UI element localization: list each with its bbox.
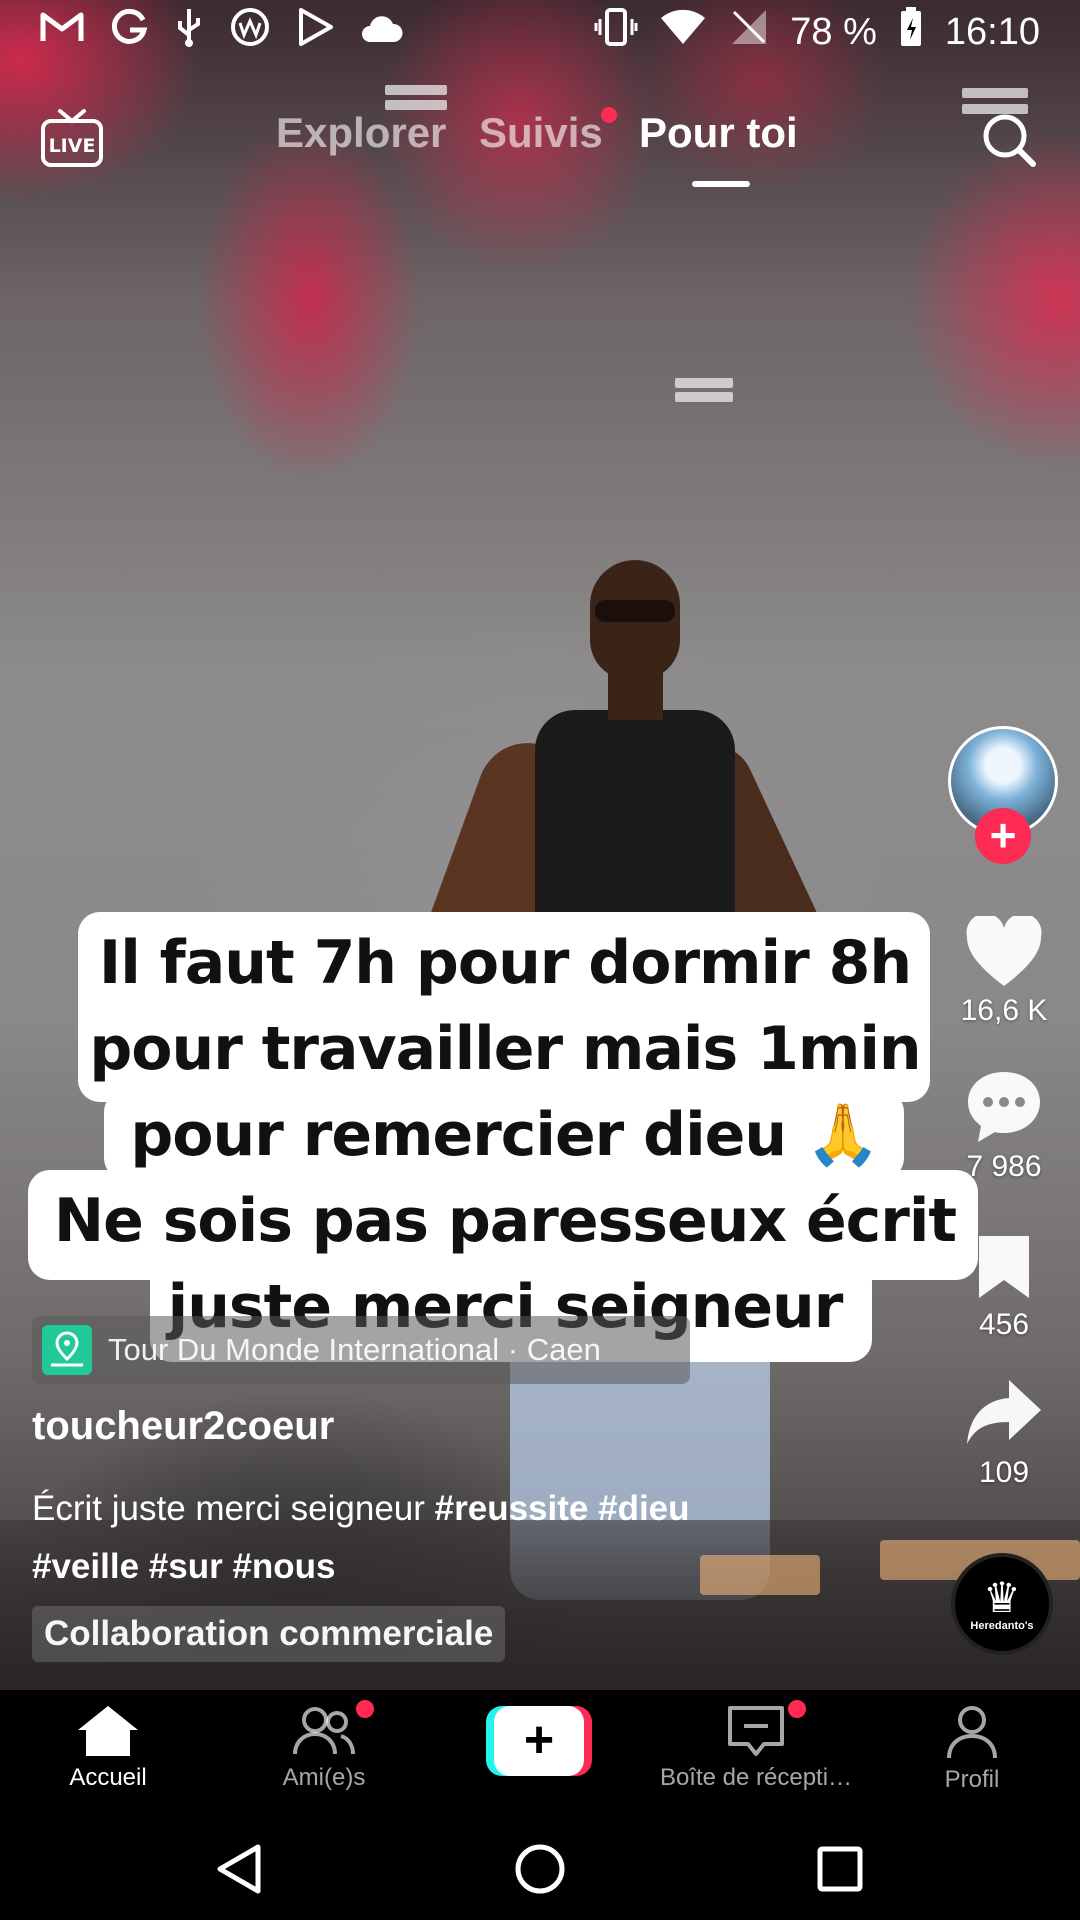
hashtag-link[interactable]: #nous [232, 1547, 335, 1586]
hashtag-link[interactable]: #sur [149, 1547, 223, 1586]
home-circle-icon[interactable] [512, 1841, 568, 1897]
battery-percent: 78 % [790, 10, 877, 53]
post-description: Écrit juste merci seigneur #reussite #di… [32, 1480, 802, 1596]
caption-line: Ne sois pas paresseux écrit [53, 1186, 957, 1256]
back-icon[interactable] [212, 1841, 268, 1897]
play-store-icon [296, 7, 334, 57]
battery-charging-icon [899, 6, 923, 58]
hashtag-link[interactable]: #reussite [435, 1489, 589, 1528]
friends-icon [293, 1707, 355, 1755]
app-icon [230, 7, 270, 57]
caption-text: Il faut 7h pour dormir 8h pour travaille… [30, 920, 980, 1350]
status-bar: 78 % 16:10 [0, 0, 1080, 64]
home-icon [78, 1706, 138, 1756]
crown-icon: ♛ [983, 1574, 1021, 1621]
music-disc[interactable]: ♛ Heredanto's [951, 1553, 1053, 1655]
search-icon[interactable] [980, 111, 1038, 169]
usb-icon [174, 7, 204, 57]
tab-inbox-label: Boîte de récepti… [659, 1764, 853, 1791]
music-disc-label: Heredanto's [970, 1620, 1034, 1632]
save-button[interactable]: 456 [944, 1232, 1064, 1342]
share-count: 109 [978, 1456, 1030, 1489]
live-label: LIVE [49, 135, 96, 157]
tab-profile-label: Profil [944, 1766, 1000, 1793]
tab-suivis[interactable]: Suivis [479, 109, 603, 157]
map-pin-icon [42, 1325, 92, 1375]
tab-explorer[interactable]: Explorer [276, 109, 446, 157]
stage-rig-light [675, 378, 733, 388]
comment-icon [968, 1072, 1040, 1142]
share-button[interactable]: 109 [944, 1376, 1064, 1490]
hashtag-link[interactable]: #dieu [598, 1489, 689, 1528]
caption-line: Il faut 7h pour dormir 8h [98, 928, 912, 998]
tab-inbox[interactable]: Boîte de récepti… [646, 1704, 866, 1792]
location-chip[interactable]: Tour Du Monde International · Caen [32, 1316, 690, 1384]
create-icon: + [494, 1706, 584, 1776]
bottom-tab-bar: Accueil Ami(e)s + Boîte de récepti… Prof… [0, 1690, 1080, 1815]
tab-suivis-notification-dot [601, 107, 617, 123]
tab-pour-toi[interactable]: Pour toi [639, 109, 798, 157]
tab-friends[interactable]: Ami(e)s [214, 1704, 434, 1792]
inbox-icon [728, 1706, 784, 1756]
live-icon[interactable]: LIVE [40, 105, 104, 169]
tab-home[interactable]: Accueil [0, 1704, 218, 1792]
tab-friends-label: Ami(e)s [282, 1764, 366, 1791]
cloud-icon [360, 11, 404, 54]
stage-rig-light [675, 392, 733, 402]
like-button[interactable]: 16,6 K [944, 916, 1064, 1028]
creator-username[interactable]: toucheur2coeur [32, 1404, 334, 1449]
profile-icon [947, 1706, 997, 1759]
inbox-notification-dot [788, 1700, 806, 1718]
heart-icon [966, 916, 1042, 986]
recents-icon[interactable] [812, 1841, 868, 1897]
stage-rig-light [385, 85, 447, 95]
location-label: Tour Du Monde International · Caen [108, 1332, 601, 1367]
top-nav: LIVE Explorer Suivis Pour toi [0, 95, 1080, 195]
save-count: 456 [978, 1308, 1030, 1341]
follow-button[interactable]: + [975, 808, 1031, 864]
bookmark-icon [979, 1236, 1029, 1298]
google-icon [110, 8, 148, 56]
vibrate-icon [594, 7, 638, 57]
collab-badge[interactable]: Collaboration commerciale [32, 1606, 506, 1662]
share-arrow-icon [967, 1380, 1041, 1444]
comment-count: 7 986 [966, 1150, 1042, 1183]
gmail-icon [40, 10, 84, 54]
tab-profile[interactable]: Profil [862, 1704, 1080, 1794]
hashtag-link[interactable]: #veille [32, 1547, 139, 1586]
wifi-icon [660, 8, 706, 56]
create-button[interactable]: + [486, 1706, 592, 1776]
friends-notification-dot [356, 1700, 374, 1718]
like-count: 16,6 K [960, 994, 1048, 1027]
caption-line: pour travailler mais 1min [89, 1014, 921, 1084]
caption-line: pour remercier dieu 🙏 [130, 1100, 880, 1170]
clock: 16:10 [944, 10, 1040, 53]
tab-home-label: Accueil [69, 1764, 147, 1791]
comment-button[interactable]: 7 986 [944, 1068, 1064, 1184]
no-signal-icon [728, 8, 768, 56]
system-navigation-bar [0, 1815, 1080, 1920]
active-tab-indicator [692, 181, 750, 187]
description-text: Écrit juste merci seigneur [32, 1489, 425, 1528]
